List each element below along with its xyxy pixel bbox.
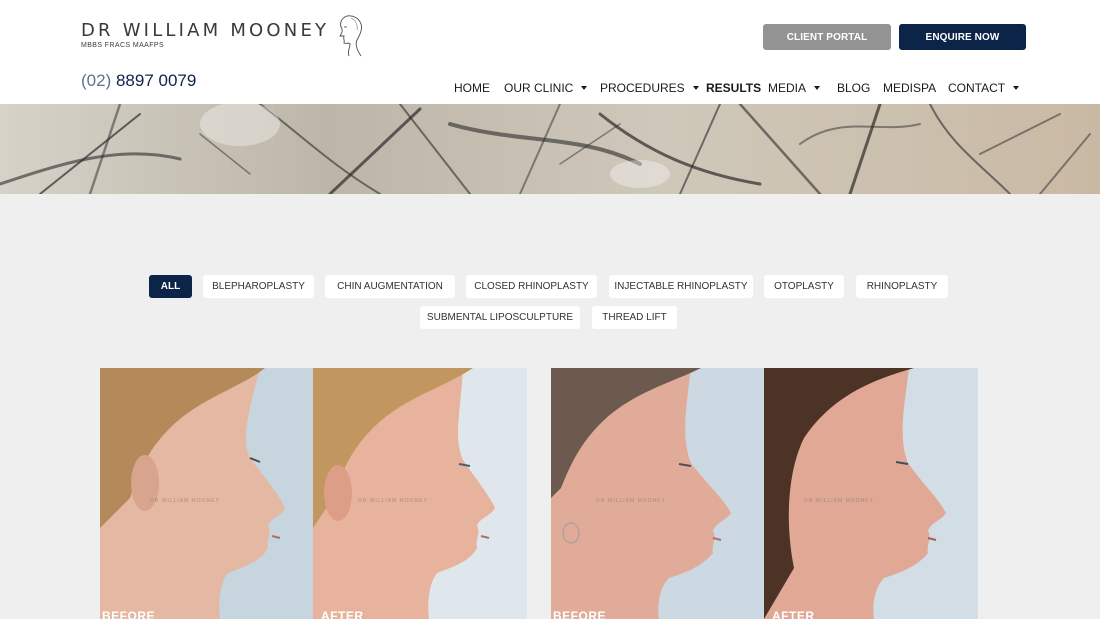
main-nav: HOME OUR CLINIC PROCEDURES RESULTS MEDIA… <box>0 81 1100 97</box>
nav-item-media[interactable]: MEDIA <box>768 81 821 95</box>
result-photo-before[interactable]: DR WILLIAM MOONEY BEFORE <box>551 368 764 619</box>
photo-watermark: DR WILLIAM MOONEY <box>358 498 428 504</box>
nav-label: MEDISPA <box>883 81 937 95</box>
filter-blepharoplasty[interactable]: BLEPHAROPLASTY <box>203 275 314 298</box>
filter-closed-rhinoplasty[interactable]: CLOSED RHINOPLASTY <box>466 275 597 298</box>
photo-label: AFTER <box>321 609 364 619</box>
filter-chin-augmentation[interactable]: CHIN AUGMENTATION <box>325 275 455 298</box>
photo-label: BEFORE <box>102 609 156 619</box>
photo-watermark: DR WILLIAM MOONEY <box>804 498 874 504</box>
nav-label: CONTACT <box>948 81 1006 95</box>
client-portal-button[interactable]: CLIENT PORTAL <box>763 24 891 50</box>
caret-down-icon <box>1013 86 1020 90</box>
filter-all[interactable]: ALL <box>149 275 192 298</box>
filter-submental-liposculpture[interactable]: SUBMENTAL LIPOSCULPTURE <box>420 306 580 329</box>
hero-banner <box>0 104 1100 194</box>
caret-down-icon <box>814 86 821 90</box>
site-logo[interactable]: DR WILLIAM MOONEY MBBS FRACS MAAFPS <box>81 14 371 58</box>
caret-down-icon <box>692 86 699 90</box>
nav-item-medispa[interactable]: MEDISPA <box>883 81 936 95</box>
nav-item-procedures[interactable]: PROCEDURES <box>600 81 699 95</box>
logo-credentials: MBBS FRACS MAAFPS <box>81 42 165 49</box>
result-photo-after[interactable]: DR WILLIAM MOONEY AFTER <box>764 368 978 619</box>
nav-label: MEDIA <box>768 81 807 95</box>
nav-item-results[interactable]: RESULTS <box>706 81 761 95</box>
site-header: DR WILLIAM MOONEY MBBS FRACS MAAFPS (02)… <box>0 0 1100 104</box>
enquire-now-button[interactable]: ENQUIRE NOW <box>899 24 1026 50</box>
photo-label: AFTER <box>772 609 815 619</box>
caret-down-icon <box>581 86 588 90</box>
filter-otoplasty[interactable]: OTOPLASTY <box>764 275 844 298</box>
nav-item-blog[interactable]: BLOG <box>837 81 870 95</box>
nav-item-home[interactable]: HOME <box>454 81 490 95</box>
nav-label: RESULTS <box>706 81 762 95</box>
filter-rhinoplasty[interactable]: RHINOPLASTY <box>856 275 948 298</box>
nav-label: BLOG <box>837 81 871 95</box>
nav-label: HOME <box>454 81 490 95</box>
result-photo-before[interactable]: DR WILLIAM MOONEY BEFORE <box>100 368 313 619</box>
filter-thread-lift[interactable]: THREAD LIFT <box>592 306 677 329</box>
filter-injectable-rhinoplasty[interactable]: INJECTABLE RHINOPLASTY <box>609 275 753 298</box>
result-photo-after[interactable]: DR WILLIAM MOONEY AFTER <box>313 368 527 619</box>
nav-label: PROCEDURES <box>600 81 685 95</box>
logo-name: DR WILLIAM MOONEY <box>81 20 330 41</box>
nav-label: OUR CLINIC <box>504 81 574 95</box>
nav-item-our-clinic[interactable]: OUR CLINIC <box>504 81 588 95</box>
photo-watermark: DR WILLIAM MOONEY <box>596 498 666 504</box>
photo-watermark: DR WILLIAM MOONEY <box>150 498 220 504</box>
nav-item-contact[interactable]: CONTACT <box>948 81 1020 95</box>
photo-label: BEFORE <box>553 609 607 619</box>
face-profile-sketch-icon <box>333 14 365 58</box>
